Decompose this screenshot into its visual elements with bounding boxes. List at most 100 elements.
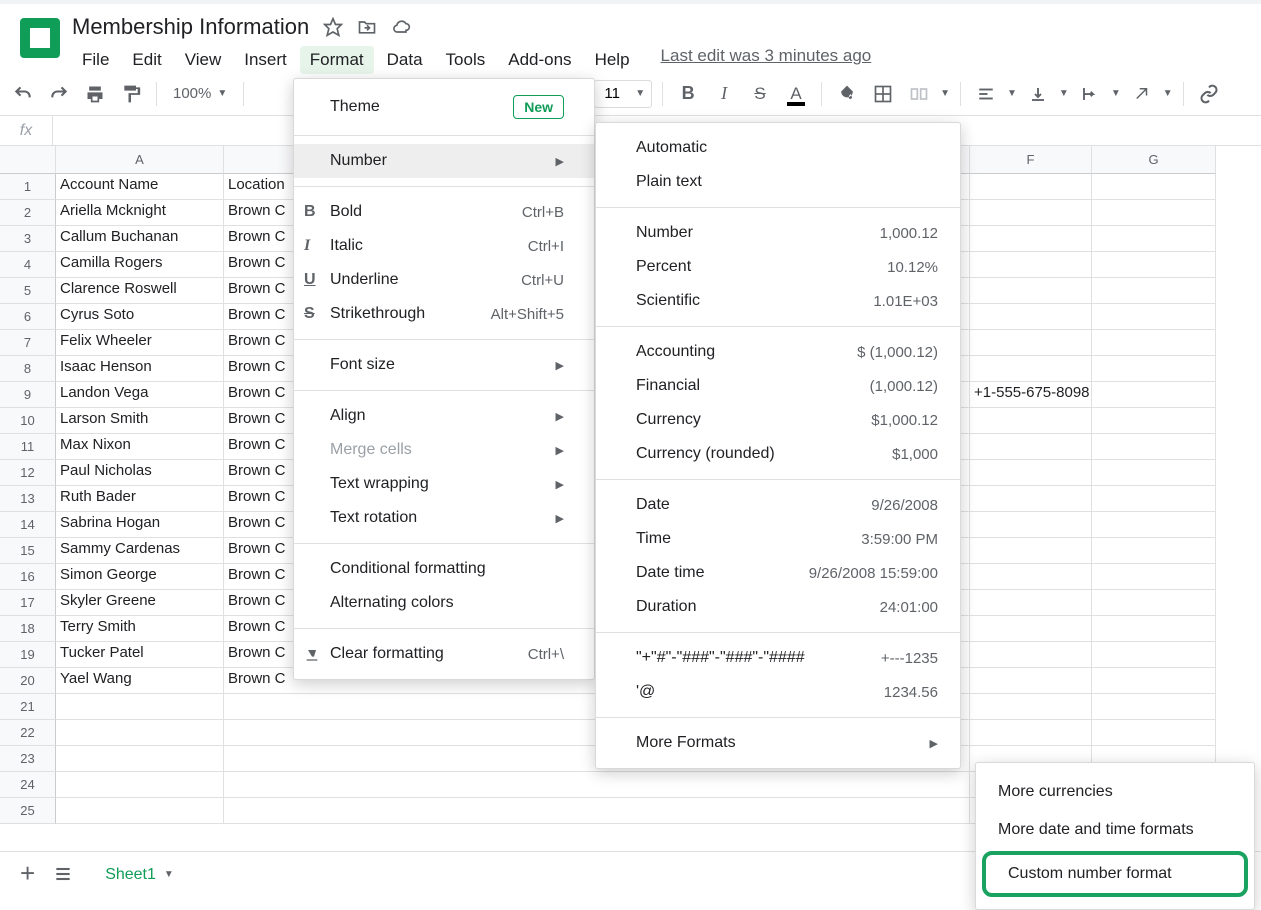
cell[interactable]: Isaac Henson — [56, 356, 224, 382]
cell[interactable] — [1092, 616, 1216, 642]
move-icon[interactable] — [357, 17, 377, 37]
row-header[interactable]: 1 — [0, 174, 56, 200]
cell[interactable]: Cyrus Soto — [56, 304, 224, 330]
last-edit-link[interactable]: Last edit was 3 minutes ago — [661, 46, 872, 74]
menu-addons[interactable]: Add-ons — [498, 46, 581, 74]
halign-button[interactable] — [971, 79, 1001, 109]
cell[interactable]: Account Name — [56, 174, 224, 200]
cell[interactable]: Skyler Greene — [56, 590, 224, 616]
cell[interactable]: +1-555-675-8098 — [970, 382, 1092, 408]
menu-tools[interactable]: Tools — [436, 46, 496, 74]
cell[interactable] — [970, 304, 1092, 330]
menu-format[interactable]: Format — [300, 46, 374, 74]
strikethrough-button[interactable]: S — [745, 79, 775, 109]
cell[interactable] — [1092, 564, 1216, 590]
rotate-caret[interactable]: ▼ — [1163, 88, 1173, 99]
row-header[interactable]: 13 — [0, 486, 56, 512]
cell[interactable] — [1092, 668, 1216, 694]
more-datetime-formats[interactable]: More date and time formats — [976, 811, 1254, 849]
cell[interactable]: Terry Smith — [56, 616, 224, 642]
menu-help[interactable]: Help — [585, 46, 640, 74]
format-font-size[interactable]: Font size▶ — [294, 348, 594, 382]
cell[interactable] — [1092, 460, 1216, 486]
doc-title[interactable]: Membership Information — [72, 14, 309, 40]
cell[interactable]: Clarence Roswell — [56, 278, 224, 304]
cloud-icon[interactable] — [391, 17, 411, 37]
cell[interactable]: Simon George — [56, 564, 224, 590]
cell[interactable] — [970, 590, 1092, 616]
cell[interactable] — [970, 356, 1092, 382]
all-sheets-button[interactable] — [53, 864, 73, 884]
fill-color-button[interactable] — [832, 79, 862, 109]
menu-data[interactable]: Data — [377, 46, 433, 74]
cell[interactable] — [56, 798, 224, 824]
format-strike[interactable]: SStrikethroughAlt+Shift+5 — [294, 297, 594, 331]
row-header[interactable]: 24 — [0, 772, 56, 798]
cell[interactable]: Callum Buchanan — [56, 226, 224, 252]
cell[interactable] — [970, 564, 1092, 590]
sheet-tab-caret[interactable]: ▼ — [164, 869, 174, 880]
cell[interactable] — [1092, 356, 1216, 382]
text-color-button[interactable]: A — [781, 79, 811, 109]
cell[interactable] — [56, 772, 224, 798]
rotate-button[interactable] — [1127, 79, 1157, 109]
row-header[interactable]: 8 — [0, 356, 56, 382]
cell[interactable] — [56, 746, 224, 772]
row-header[interactable]: 23 — [0, 746, 56, 772]
cell[interactable] — [970, 616, 1092, 642]
numfmt-currency[interactable]: Currency$1,000.12 — [596, 403, 960, 437]
italic-button[interactable]: I — [709, 79, 739, 109]
format-alternating[interactable]: Alternating colors — [294, 586, 594, 620]
cell[interactable] — [1092, 408, 1216, 434]
add-sheet-button[interactable]: + — [20, 858, 35, 889]
numfmt-custom2[interactable]: '@1234.56 — [596, 675, 960, 709]
col-header-f[interactable]: F — [970, 146, 1092, 174]
cell[interactable] — [970, 486, 1092, 512]
cell[interactable] — [1092, 720, 1216, 746]
cell[interactable] — [970, 512, 1092, 538]
row-header[interactable]: 2 — [0, 200, 56, 226]
cell[interactable] — [224, 772, 970, 798]
font-size-caret[interactable]: ▼ — [629, 88, 651, 99]
row-header[interactable]: 16 — [0, 564, 56, 590]
cell[interactable] — [1092, 642, 1216, 668]
numfmt-currency-rounded[interactable]: Currency (rounded)$1,000 — [596, 437, 960, 471]
zoom-select[interactable]: 100%▼ — [167, 85, 233, 102]
cell[interactable] — [1092, 304, 1216, 330]
row-header[interactable]: 21 — [0, 694, 56, 720]
cell[interactable] — [1092, 200, 1216, 226]
cell[interactable] — [1092, 538, 1216, 564]
numfmt-plain[interactable]: Plain text — [596, 165, 960, 199]
cell[interactable] — [56, 694, 224, 720]
cell[interactable]: Ruth Bader — [56, 486, 224, 512]
cell[interactable] — [970, 642, 1092, 668]
cell[interactable]: Ariella Mcknight — [56, 200, 224, 226]
cell[interactable] — [1092, 486, 1216, 512]
row-header[interactable]: 4 — [0, 252, 56, 278]
format-clear[interactable]: Clear formattingCtrl+\ — [294, 637, 594, 671]
row-header[interactable]: 7 — [0, 330, 56, 356]
cell[interactable]: Paul Nicholas — [56, 460, 224, 486]
row-header[interactable]: 20 — [0, 668, 56, 694]
borders-button[interactable] — [868, 79, 898, 109]
cell[interactable] — [970, 434, 1092, 460]
cell[interactable] — [970, 694, 1092, 720]
more-currencies[interactable]: More currencies — [976, 773, 1254, 811]
sheet-tab[interactable]: Sheet1 ▼ — [91, 854, 188, 894]
cell[interactable] — [1092, 694, 1216, 720]
halign-caret[interactable]: ▼ — [1007, 88, 1017, 99]
menu-file[interactable]: File — [72, 46, 119, 74]
row-header[interactable]: 6 — [0, 304, 56, 330]
numfmt-scientific[interactable]: Scientific1.01E+03 — [596, 284, 960, 318]
format-bold[interactable]: BBoldCtrl+B — [294, 195, 594, 229]
cell[interactable]: Tucker Patel — [56, 642, 224, 668]
cell[interactable] — [970, 538, 1092, 564]
cell[interactable] — [1092, 330, 1216, 356]
cell[interactable] — [970, 668, 1092, 694]
numfmt-number[interactable]: Number1,000.12 — [596, 216, 960, 250]
select-all-corner[interactable] — [0, 146, 56, 174]
numfmt-duration[interactable]: Duration24:01:00 — [596, 590, 960, 624]
custom-number-format[interactable]: Custom number format — [986, 855, 1244, 893]
format-number[interactable]: Number▶ — [294, 144, 594, 178]
row-header[interactable]: 11 — [0, 434, 56, 460]
